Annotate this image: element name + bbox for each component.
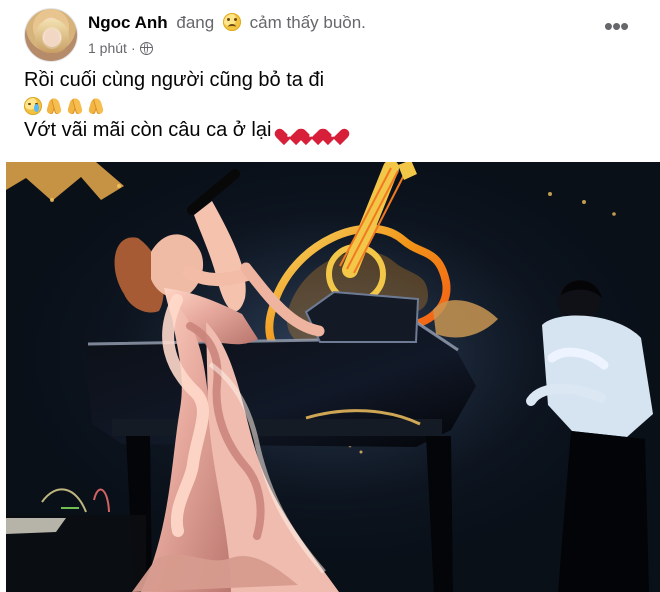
post-text: Rồi cuối cùng người cũng bỏ ta đi Vớt vã… bbox=[24, 68, 624, 143]
feeling-text[interactable]: cảm thấy buồn. bbox=[250, 13, 366, 32]
broken-hearts bbox=[281, 122, 343, 139]
author-name-link[interactable]: Ngoc Anh bbox=[88, 13, 168, 32]
author-feeling-line: Ngoc Anh đang cảm thấy buồn. bbox=[88, 11, 366, 35]
post-text-line-2: Vớt vãi mãi còn câu ca ở lại bbox=[24, 119, 272, 141]
facebook-post-card: Ngoc Anh đang cảm thấy buồn. 1 phút · •••… bbox=[0, 0, 660, 592]
feeling-prefix: đang bbox=[176, 13, 215, 32]
more-options-button[interactable]: ••• bbox=[602, 13, 630, 44]
post-header: Ngoc Anh đang cảm thấy buồn. 1 phút · ••• bbox=[24, 8, 644, 62]
meta-separator: · bbox=[130, 40, 136, 56]
praying-hands-icon bbox=[66, 97, 84, 115]
post-meta: 1 phút · bbox=[88, 39, 153, 57]
broken-heart-icon bbox=[325, 122, 343, 139]
praying-hands-icon bbox=[45, 97, 63, 115]
emoji-line bbox=[24, 93, 624, 118]
sad-face-icon bbox=[222, 13, 241, 31]
post-photo[interactable] bbox=[6, 162, 660, 592]
concert-stage-image bbox=[6, 162, 660, 592]
praying-hands-icon bbox=[87, 97, 105, 115]
post-text-line-1: Rồi cuối cùng người cũng bỏ ta đi bbox=[24, 69, 325, 91]
post-text-line-2-with-hearts: Vớt vãi mãi còn câu ca ở lại bbox=[24, 118, 624, 143]
crying-face-icon bbox=[24, 96, 42, 115]
profile-avatar[interactable] bbox=[24, 8, 78, 62]
globe-icon[interactable] bbox=[139, 42, 153, 55]
post-timestamp-link[interactable]: 1 phút bbox=[88, 40, 127, 56]
